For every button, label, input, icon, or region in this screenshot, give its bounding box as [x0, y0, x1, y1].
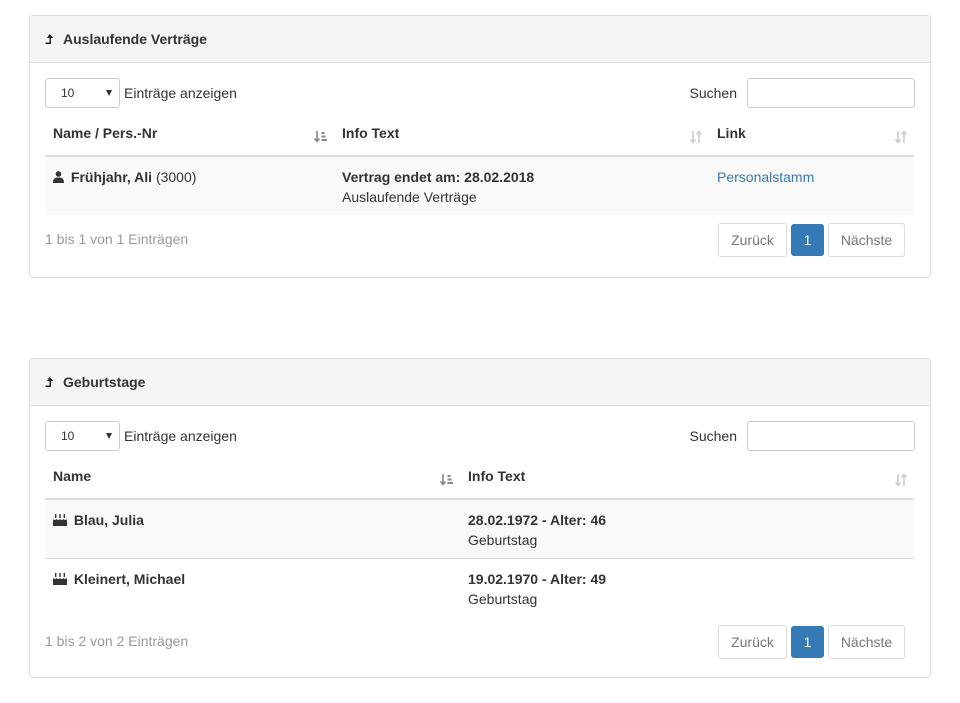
contracts-length-control: 10 Einträge anzeigen [45, 78, 237, 108]
column-header-link[interactable]: Link [709, 118, 914, 157]
personalstamm-link[interactable]: Personalstamm [717, 169, 814, 185]
table-row: Kleinert, Michael 19.02.1970 - Alter: 49… [45, 558, 914, 617]
next-page-button[interactable]: Nächste [828, 625, 905, 659]
next-page-button[interactable]: Nächste [828, 223, 905, 257]
birthdays-table-info: 1 bis 2 von 2 Einträgen [45, 633, 189, 649]
birthdays-footer: 1 bis 2 von 2 Einträgen Zurück 1 Nächste [45, 625, 915, 659]
cell-info: Vertrag endet am: 28.02.2018 Auslaufende… [334, 156, 709, 215]
contracts-body: 10 Einträge anzeigen Suchen Name / Pers.… [30, 63, 930, 272]
table-row: Frühjahr, Ali (3000) Vertrag endet am: 2… [45, 156, 914, 215]
contracts-search: Suchen [690, 78, 915, 108]
birthdays-panel-heading: Geburtstage [30, 359, 930, 406]
birthdays-length-control: 10 Einträge anzeigen [45, 421, 237, 451]
column-header-info[interactable]: Info Text [460, 461, 914, 500]
column-header-name[interactable]: Name [45, 461, 460, 500]
cake-icon [53, 514, 67, 526]
table-row: Blau, Julia 28.02.1972 - Alter: 46 Gebur… [45, 499, 914, 559]
contracts-panel: Auslaufende Verträge 10 Einträge anzeige… [29, 15, 931, 278]
column-header-label: Name [53, 468, 92, 484]
info-title: Vertrag endet am: 28.02.2018 [342, 169, 535, 185]
person-name: Blau, Julia [73, 512, 144, 528]
column-header-label: Info Text [342, 125, 400, 141]
previous-page-button[interactable]: Zurück [718, 625, 787, 659]
cell-info: 19.02.1970 - Alter: 49 Geburtstag [460, 558, 914, 617]
contracts-controls: 10 Einträge anzeigen Suchen [45, 78, 915, 108]
arrow-up-icon [45, 376, 57, 388]
user-icon [53, 171, 64, 183]
contracts-length-label: Einträge anzeigen [124, 85, 237, 101]
birthdays-length-value: 10 [61, 429, 75, 443]
sort-asc-icon [314, 130, 328, 144]
cell-name: Kleinert, Michael [45, 558, 460, 617]
current-page-button[interactable]: 1 [791, 626, 824, 658]
contracts-pagination: Zurück 1 Nächste [718, 223, 905, 257]
birthdays-title: Geburtstage [63, 374, 146, 390]
caret-down-icon [106, 90, 112, 96]
birthdays-controls: 10 Einträge anzeigen Suchen [45, 421, 915, 451]
column-header-name[interactable]: Name / Pers.-Nr [45, 118, 334, 157]
info-subtitle: Geburtstag [468, 591, 538, 607]
previous-page-button[interactable]: Zurück [718, 223, 787, 257]
birthdays-table: Name Info Text Blau, Julia 28.02.1972 - … [45, 461, 914, 617]
contracts-panel-heading: Auslaufende Verträge [30, 16, 930, 63]
contracts-title: Auslaufende Verträge [63, 31, 207, 47]
contracts-table-info: 1 bis 1 von 1 Einträgen [45, 231, 189, 247]
sort-both-icon [894, 473, 908, 487]
birthdays-panel: Geburtstage 10 Einträge anzeigen Suchen … [29, 358, 931, 678]
arrow-up-icon [45, 33, 57, 45]
info-subtitle: Auslaufende Verträge [342, 189, 477, 205]
contracts-search-input[interactable] [747, 78, 915, 108]
contracts-search-label: Suchen [689, 85, 737, 101]
info-subtitle: Geburtstag [468, 532, 538, 548]
contracts-length-value: 10 [61, 86, 75, 100]
cell-link: Personalstamm [709, 156, 914, 215]
birthdays-search-label: Suchen [689, 428, 737, 444]
employee-name: Frühjahr, Ali [70, 169, 153, 185]
column-header-label: Info Text [468, 468, 526, 484]
contracts-length-select[interactable]: 10 [45, 78, 120, 108]
birthdays-search-input[interactable] [747, 421, 915, 451]
column-header-info[interactable]: Info Text [334, 118, 709, 157]
info-title: 19.02.1970 - Alter: 49 [468, 571, 607, 587]
cell-info: 28.02.1972 - Alter: 46 Geburtstag [460, 499, 914, 559]
caret-down-icon [106, 433, 112, 439]
birthdays-pagination: Zurück 1 Nächste [718, 625, 905, 659]
cake-icon [53, 573, 67, 585]
current-page-button[interactable]: 1 [791, 224, 824, 256]
column-header-label: Link [717, 125, 746, 141]
contracts-table: Name / Pers.-Nr Info Text Link Frühjahr,… [45, 118, 914, 215]
birthdays-length-label: Einträge anzeigen [124, 428, 237, 444]
info-title: 28.02.1972 - Alter: 46 [468, 512, 607, 528]
cell-name: Frühjahr, Ali (3000) [45, 156, 334, 215]
cell-name: Blau, Julia [45, 499, 460, 559]
birthdays-search: Suchen [690, 421, 915, 451]
sort-both-icon [894, 130, 908, 144]
sort-both-icon [689, 130, 703, 144]
birthdays-length-select[interactable]: 10 [45, 421, 120, 451]
employee-pers-nr: (3000) [155, 169, 197, 185]
sort-asc-icon [440, 473, 454, 487]
column-header-label: Name / Pers.-Nr [53, 125, 158, 141]
birthdays-body: 10 Einträge anzeigen Suchen Name Info Te… [30, 406, 930, 674]
person-name: Kleinert, Michael [73, 571, 186, 587]
contracts-footer: 1 bis 1 von 1 Einträgen Zurück 1 Nächste [45, 223, 915, 257]
